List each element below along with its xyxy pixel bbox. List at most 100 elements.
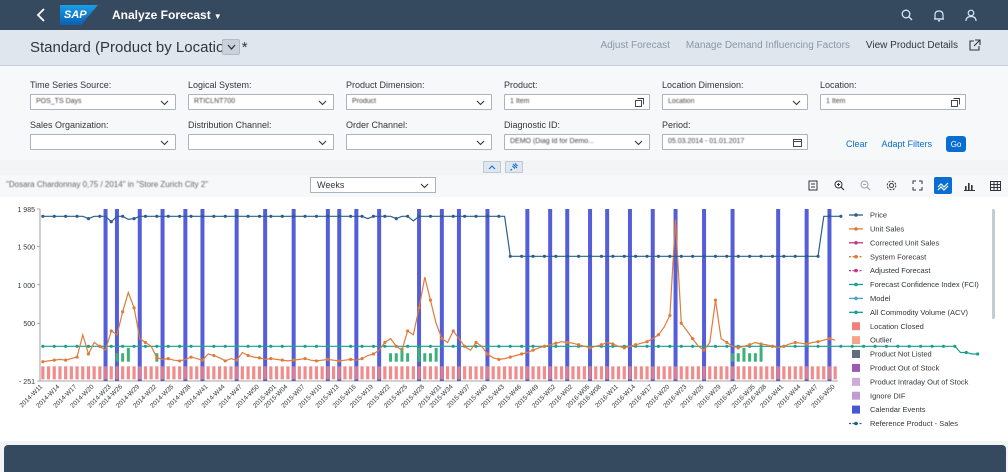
line-chart-view-button[interactable] (934, 177, 952, 194)
unit-sales-line-point (303, 357, 307, 361)
period-granularity-select[interactable]: Weeks (310, 177, 436, 193)
unit-sales-bar (742, 347, 746, 362)
share-button[interactable] (968, 39, 982, 53)
filter-label: Location: (820, 80, 857, 90)
fullscreen-icon (912, 180, 922, 191)
location-closed-mark (559, 366, 564, 380)
fci-line-point (417, 344, 421, 348)
unit-sales-line-point (109, 329, 113, 333)
location-closed-mark (770, 366, 775, 380)
notifications-button[interactable] (930, 4, 948, 26)
adapt-filters-button[interactable]: Adapt Filters (882, 139, 933, 149)
fci-line-point (132, 344, 136, 348)
back-button[interactable] (30, 4, 52, 26)
unit-sales-line-point (679, 321, 683, 325)
value-help-icon[interactable] (951, 98, 960, 107)
unit-sales-line-point (143, 340, 148, 345)
zoom-out-button[interactable] (856, 177, 874, 194)
search-button[interactable] (898, 4, 916, 26)
price-line-point (143, 214, 148, 218)
price-line-point (189, 214, 193, 218)
pin-header-button[interactable] (505, 161, 523, 173)
adjust-forecast-link[interactable]: Adjust Forecast (600, 40, 669, 51)
calendar-event-bar (377, 209, 382, 381)
price-line-point (166, 214, 170, 218)
location-closed-mark (525, 366, 529, 380)
unit-sales-bar (115, 353, 119, 362)
fullscreen-button[interactable] (908, 177, 926, 194)
variant-selector-button[interactable] (222, 39, 240, 55)
fci-line-point (964, 350, 968, 355)
chevron-down-icon (476, 140, 485, 146)
unit-sales-line-point (451, 329, 455, 333)
logical-system-select[interactable]: RTICLNT700 (188, 94, 334, 110)
unit-sales-line-point (782, 344, 786, 348)
unit-sales-line-point (554, 341, 558, 345)
view-product-details-link[interactable]: View Product Details (866, 40, 958, 51)
fci-line-point (793, 344, 797, 348)
calendar-event-bar (565, 209, 570, 381)
table-view-button[interactable] (986, 177, 1004, 194)
location-closed-mark (172, 366, 176, 380)
unit-sales-line-point (98, 344, 102, 348)
diagnostic-id-select[interactable]: DEMO (Diag Id for Demo... (504, 134, 650, 150)
location-closed-mark (480, 366, 484, 380)
price-line-point (554, 254, 558, 258)
location-closed-mark (805, 366, 809, 380)
unit-sales-bar (759, 347, 763, 362)
location-closed-mark (485, 366, 490, 380)
fci-line-point (827, 344, 832, 348)
manage-dif-link[interactable]: Manage Demand Influencing Factors (686, 40, 850, 51)
time-series-source-select[interactable]: POS_TS Days (30, 94, 176, 110)
unit-sales-bar (731, 353, 735, 362)
collapse-header-button[interactable] (483, 161, 501, 173)
distribution-channel-select[interactable] (188, 134, 334, 150)
location-closed-mark (309, 366, 313, 380)
fci-line-point (64, 344, 68, 348)
settings-button[interactable] (882, 177, 900, 194)
table-icon (989, 180, 1001, 191)
order-channel-select[interactable] (346, 134, 492, 150)
app-title-menu[interactable]: Analyze Forecast ▼ (112, 8, 222, 22)
fci-line-point (554, 344, 558, 348)
unit-sales-line-point (691, 337, 695, 341)
location-input[interactable]: 1 Item (820, 94, 966, 110)
go-button[interactable]: Go (946, 136, 967, 152)
location-closed-mark (178, 366, 182, 380)
forecast-chart-svg: 1 9851 5001 000500- 2512014-W112014-W142… (17, 207, 995, 428)
period-date-range[interactable]: 05.03.2014 - 01.01.2017 (662, 134, 808, 150)
calendar-icon[interactable] (793, 138, 802, 147)
bar-chart-view-button[interactable] (960, 177, 978, 194)
fci-line-point (223, 344, 227, 348)
location-closed-mark (599, 366, 604, 380)
price-line-point (805, 254, 809, 258)
location-closed-mark (92, 366, 96, 380)
price-line-point (212, 214, 216, 218)
price-line-point (668, 254, 672, 258)
location-closed-mark (571, 366, 575, 380)
legend-label: Reference Product - Sales (870, 419, 958, 428)
price-line-point (178, 214, 182, 218)
price-line-point (702, 254, 706, 258)
user-button[interactable] (962, 4, 980, 26)
product-input[interactable]: 1 Item (504, 94, 650, 110)
location-closed-mark (149, 366, 153, 380)
value-help-icon[interactable] (635, 98, 644, 107)
fci-line-point (109, 344, 113, 348)
price-line-point (155, 214, 159, 218)
sales-organization-select[interactable] (30, 134, 176, 150)
location-closed-mark (223, 366, 227, 380)
location-closed-mark (799, 366, 803, 380)
location-closed-mark (668, 366, 672, 380)
fci-line-point (75, 344, 79, 348)
location-dimension-select[interactable]: Location (662, 94, 808, 110)
product-dimension-select[interactable]: Product (346, 94, 492, 110)
price-line-point (645, 254, 649, 258)
legend-toggle-button[interactable] (804, 177, 822, 194)
fci-line-point (200, 344, 205, 348)
location-closed-mark (451, 366, 455, 380)
filter-value: DEMO (Diag Id for Demo... (510, 138, 595, 145)
clear-button[interactable]: Clear (846, 139, 868, 149)
zoom-in-button[interactable] (830, 177, 848, 194)
unit-sales-bar (389, 353, 393, 362)
